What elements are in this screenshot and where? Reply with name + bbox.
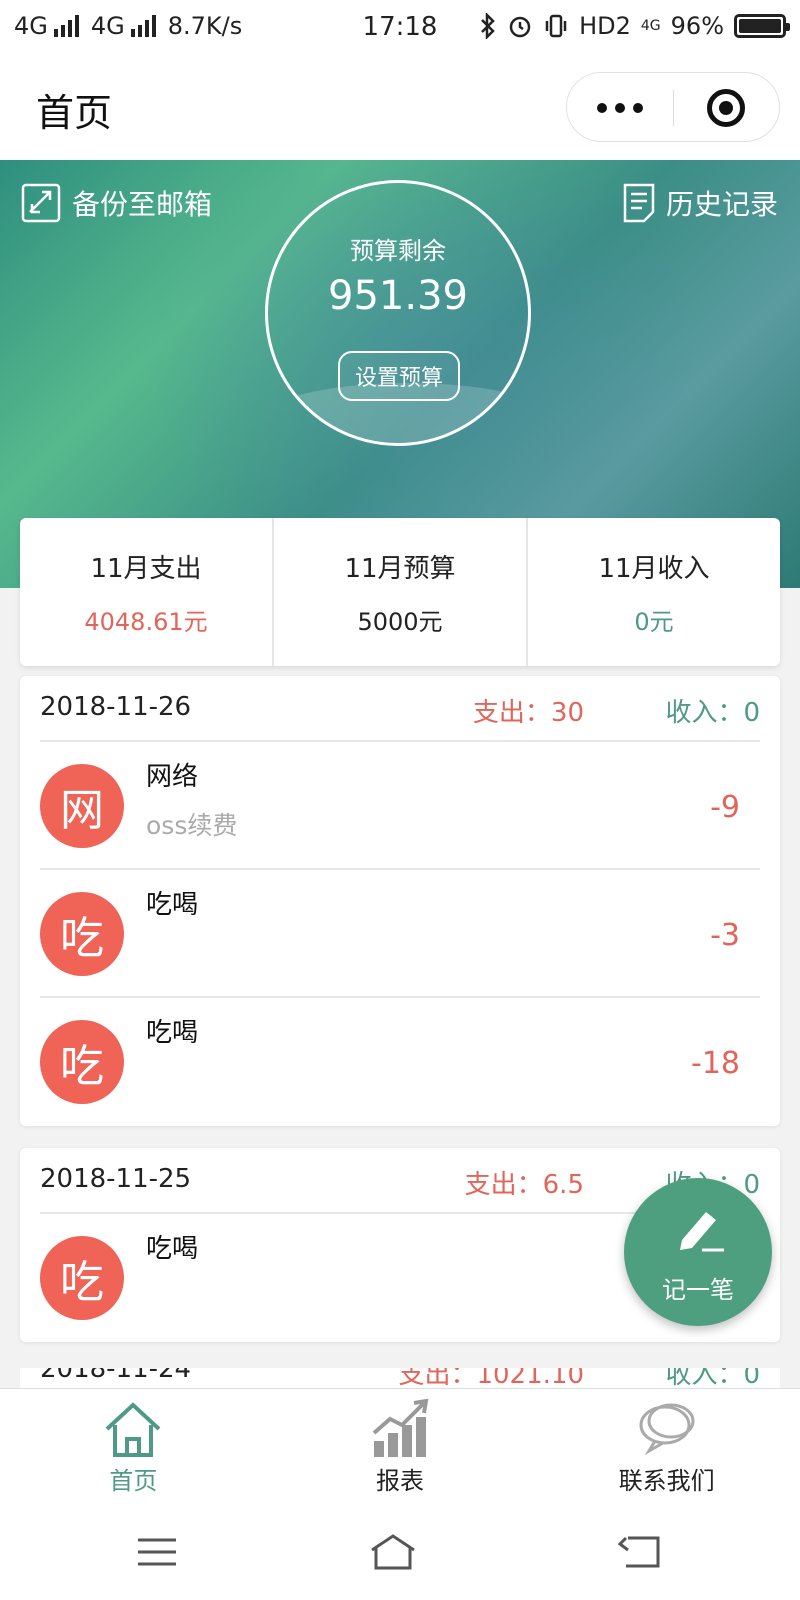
tab-label: 联系我们 (618, 1467, 715, 1495)
next-day-peek: 2018-11-24 支出：1021.10 收入：0 (20, 1368, 780, 1388)
stat-value: 0元 (634, 608, 674, 636)
category-avatar: 网 (40, 764, 124, 848)
day-date: 2018-11-26 (40, 692, 192, 722)
record-item[interactable]: 网 网络 oss续费 -9 (40, 742, 760, 870)
bluetooth-icon (481, 13, 495, 39)
budget-remaining-value: 951.39 (328, 273, 468, 319)
capsule-divider (673, 90, 674, 126)
back-icon[interactable] (618, 1532, 668, 1572)
record-amount: -3 (710, 918, 740, 953)
day-card: 2018-11-26 支出：30 收入：0 网 网络 oss续费 -9 吃 吃喝… (20, 676, 780, 1126)
stat-income: 11月收入 0元 (526, 518, 780, 666)
tab-contact[interactable]: 联系我们 (533, 1389, 800, 1504)
day-expense: 支出：6.5 (464, 1170, 584, 1200)
category-avatar: 吃 (40, 1020, 124, 1104)
record-note: oss续费 (146, 811, 238, 840)
home-nav-icon[interactable] (368, 1532, 418, 1572)
day-expense: 支出：30 (472, 698, 584, 728)
tab-label: 首页 (109, 1467, 158, 1495)
system-nav-bar (0, 1504, 800, 1600)
stat-label: 11月预算 (344, 554, 456, 584)
status-right: HD2 4G 96% (479, 12, 790, 40)
tab-home[interactable]: 首页 (0, 1389, 267, 1504)
backup-icon (21, 183, 61, 223)
stat-label: 11月收入 (598, 554, 710, 584)
close-target-button[interactable] (707, 89, 745, 127)
record-amount: -9 (710, 790, 740, 825)
chat-icon (639, 1403, 695, 1456)
tab-report[interactable]: 报表 (267, 1389, 534, 1504)
history-label: 历史记录 (665, 188, 778, 221)
record-item[interactable]: 吃 吃喝 -18 (40, 998, 760, 1126)
vibrate-icon (545, 14, 567, 38)
record-category: 吃喝 (146, 1018, 199, 1048)
page-title: 首页 (36, 91, 113, 135)
tab-bar: 首页 报表 联系我们 (0, 1388, 800, 1504)
peek-income: 收入：0 (665, 1368, 760, 1388)
alarm-icon (509, 16, 531, 38)
category-avatar: 吃 (40, 1236, 124, 1320)
peek-date: 2018-11-24 (40, 1368, 192, 1384)
tab-label: 报表 (376, 1467, 424, 1495)
monthly-stats-card: 11月支出 4048.61元 11月预算 5000元 11月收入 0元 (20, 518, 780, 666)
history-link[interactable]: 历史记录 (622, 182, 778, 224)
nav-header: 首页 (0, 56, 800, 160)
record-category: 吃喝 (146, 1234, 199, 1264)
battery-icon (734, 14, 790, 38)
mini-program-capsule (566, 72, 780, 142)
record-amount: -18 (691, 1046, 740, 1081)
stat-value: 5000元 (357, 608, 443, 636)
record-category: 网络 (146, 762, 199, 792)
add-record-button[interactable]: 记一笔 (624, 1178, 772, 1326)
battery-percent: 96% (670, 12, 724, 40)
record-category: 吃喝 (146, 890, 199, 920)
chart-icon (372, 1398, 429, 1457)
status-bar: 4G 4G 8.7K/s 17:18 HD2 4G 96% (0, 0, 800, 56)
record-item[interactable]: 吃 吃喝 -3 (40, 870, 760, 998)
stat-expense: 11月支出 4048.61元 (20, 518, 272, 666)
battery-fill (739, 19, 781, 33)
more-button[interactable] (567, 73, 673, 143)
day-income: 收入：0 (665, 698, 760, 728)
stat-budget: 11月预算 5000元 (272, 518, 526, 666)
day-header: 2018-11-26 支出：30 收入：0 (40, 676, 760, 742)
day-date: 2018-11-25 (40, 1164, 192, 1194)
menu-icon[interactable] (132, 1532, 182, 1572)
small-4g-indicator: 4G (640, 18, 661, 34)
backup-to-email-link[interactable]: 备份至邮箱 (20, 182, 212, 224)
set-budget-button[interactable]: 设置预算 (338, 351, 460, 401)
hd-indicator: HD2 (579, 12, 631, 40)
peek-expense: 支出：1021.10 (398, 1368, 584, 1388)
stat-value: 4048.61元 (84, 608, 208, 636)
home-icon (105, 1402, 161, 1457)
category-avatar: 吃 (40, 892, 124, 976)
add-record-label: 记一笔 (662, 1276, 734, 1304)
backup-label: 备份至邮箱 (72, 188, 213, 221)
history-document-icon (623, 183, 655, 223)
pencil-icon (680, 1212, 724, 1252)
budget-remaining-circle: 预算剩余 951.39 设置预算 (265, 180, 531, 446)
budget-remaining-label: 预算剩余 (350, 237, 446, 265)
stat-label: 11月支出 (90, 554, 202, 584)
